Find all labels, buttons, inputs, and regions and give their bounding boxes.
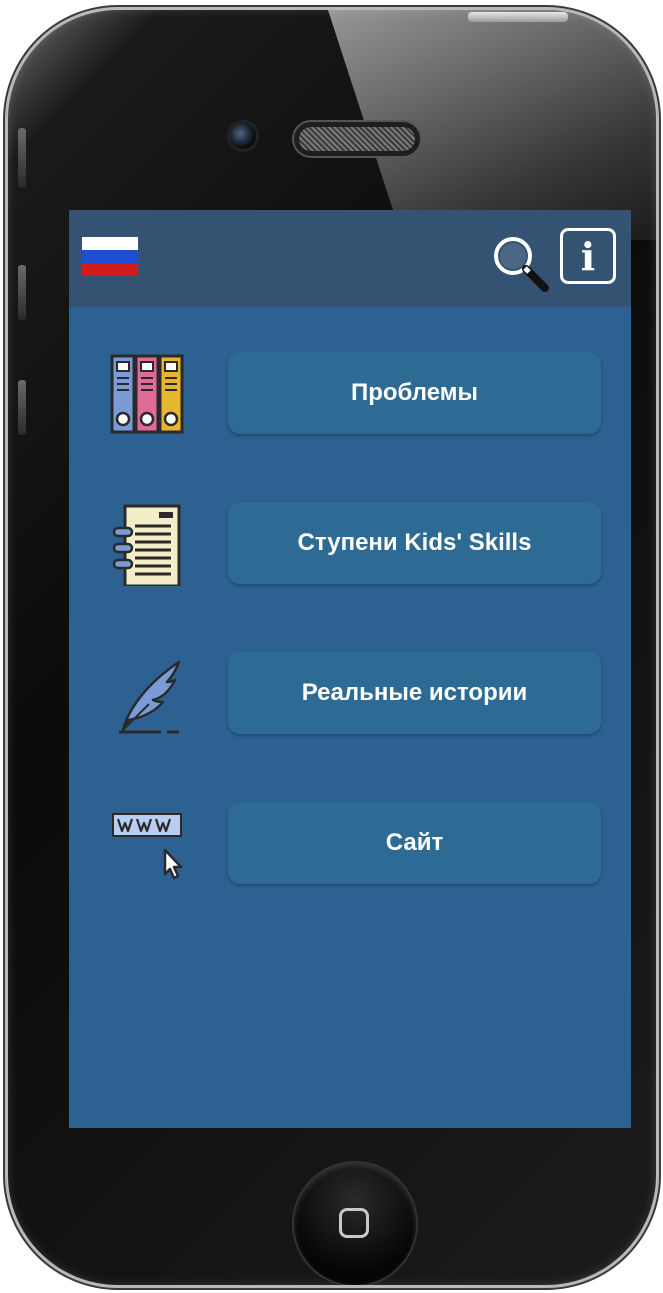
- app-screen: i Проблемы Ступени Kids' Skills Реальные…: [69, 210, 631, 1128]
- home-square-icon: [339, 1208, 369, 1238]
- info-icon[interactable]: i: [560, 228, 616, 284]
- power-button: [468, 12, 568, 22]
- menu-row-problems: Проблемы: [69, 352, 631, 436]
- kids-skills-steps-button[interactable]: Ступени Kids' Skills: [228, 502, 601, 584]
- mute-switch: [18, 128, 26, 188]
- www-cursor-icon: [112, 813, 183, 880]
- site-button[interactable]: Сайт: [228, 802, 601, 884]
- search-icon[interactable]: [487, 230, 553, 296]
- front-camera: [230, 123, 256, 149]
- volume-down-button: [18, 380, 26, 435]
- notebook-icon: [112, 504, 181, 586]
- volume-up-button: [18, 265, 26, 320]
- earpiece-speaker: [294, 122, 420, 156]
- menu-row-site: Сайт: [69, 802, 631, 886]
- quill-icon: [119, 660, 181, 734]
- binders-icon: [110, 354, 184, 434]
- menu-row-kids-skills: Ступени Kids' Skills: [69, 502, 631, 586]
- problems-button[interactable]: Проблемы: [228, 352, 601, 434]
- russian-flag-icon[interactable]: [82, 237, 138, 276]
- menu-row-real-stories: Реальные истории: [69, 652, 631, 736]
- real-stories-button[interactable]: Реальные истории: [228, 652, 601, 734]
- info-glyph: i: [580, 233, 596, 279]
- home-button[interactable]: [294, 1163, 416, 1285]
- header-bar: i: [69, 210, 631, 307]
